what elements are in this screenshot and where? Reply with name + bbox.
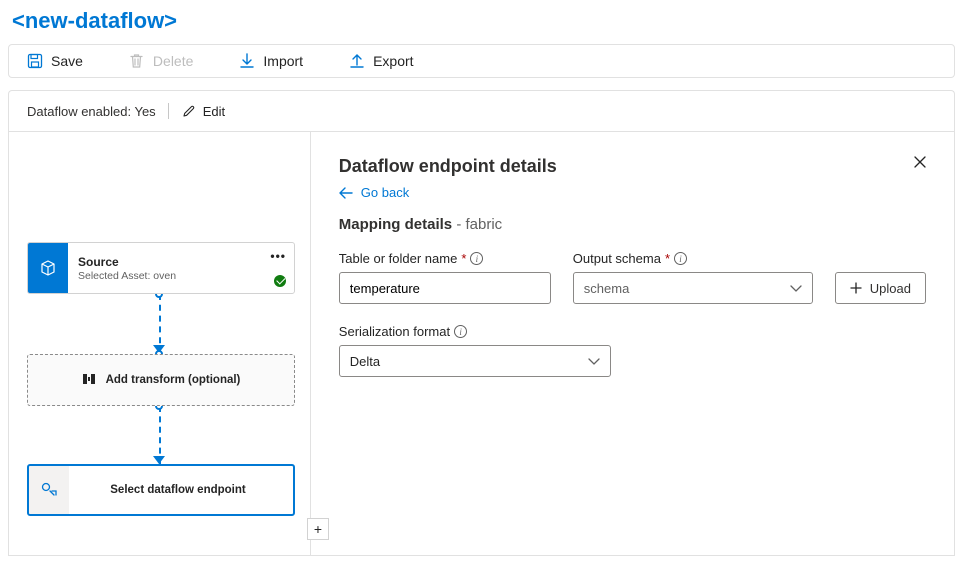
- source-badge: [28, 243, 68, 293]
- info-icon[interactable]: i: [470, 252, 483, 265]
- detail-heading: Dataflow endpoint details: [339, 156, 926, 177]
- output-schema-label: Output schema * i: [573, 251, 813, 266]
- upload-button[interactable]: Upload: [835, 272, 926, 304]
- transform-label: Add transform (optional): [106, 374, 241, 386]
- save-label: Save: [51, 53, 83, 69]
- go-back-link[interactable]: Go back: [339, 185, 409, 200]
- status-bar: Dataflow enabled: Yes Edit: [8, 90, 955, 131]
- serialization-field: Serialization format i Delta: [339, 324, 611, 377]
- info-icon[interactable]: i: [454, 325, 467, 338]
- chevron-down-icon: [790, 281, 802, 296]
- edit-label: Edit: [203, 104, 225, 119]
- plus-icon: [850, 282, 862, 294]
- serialization-value: Delta: [350, 354, 380, 369]
- check-icon: [274, 275, 286, 287]
- edit-button[interactable]: Edit: [181, 103, 225, 119]
- chevron-down-icon: [588, 354, 600, 369]
- endpoint-icon: [40, 481, 58, 499]
- node-more-button[interactable]: •••: [270, 249, 286, 263]
- page-title: <new-dataflow>: [8, 4, 955, 44]
- endpoint-label: Select dataflow endpoint: [110, 484, 245, 496]
- endpoint-node[interactable]: Select dataflow endpoint: [27, 464, 295, 516]
- close-icon: [913, 155, 927, 169]
- serialization-label: Serialization format i: [339, 324, 611, 339]
- delete-button: Delete: [129, 53, 193, 69]
- save-button[interactable]: Save: [27, 53, 83, 69]
- schema-placeholder: schema: [584, 281, 630, 296]
- connector-arrow: [153, 456, 165, 464]
- import-label: Import: [263, 53, 303, 69]
- source-title: Source: [78, 255, 284, 269]
- trash-icon: [129, 53, 145, 69]
- divider: [168, 103, 169, 119]
- toolbar: Save Delete Import Export: [8, 44, 955, 78]
- output-schema-field: Output schema * i schema: [573, 251, 813, 304]
- output-schema-select[interactable]: schema: [573, 272, 813, 304]
- pencil-icon: [181, 103, 197, 119]
- dataflow-canvas: ••• Source Selected Asset: oven Add tran…: [9, 132, 311, 555]
- transform-node[interactable]: Add transform (optional): [27, 354, 295, 406]
- source-node[interactable]: ••• Source Selected Asset: oven: [27, 242, 295, 294]
- transform-icon: [82, 372, 96, 389]
- go-back-label: Go back: [361, 185, 409, 200]
- export-label: Export: [373, 53, 413, 69]
- delete-label: Delete: [153, 53, 193, 69]
- main-panel: ••• Source Selected Asset: oven Add tran…: [8, 131, 955, 556]
- close-button[interactable]: [910, 152, 930, 172]
- save-icon: [27, 53, 43, 69]
- table-name-input[interactable]: [339, 272, 551, 304]
- detail-panel: Dataflow endpoint details Go back Mappin…: [311, 132, 954, 555]
- import-button[interactable]: Import: [239, 53, 303, 69]
- dataflow-enabled-label: Dataflow enabled: Yes: [27, 104, 156, 119]
- upload-label: Upload: [870, 281, 911, 296]
- table-name-field: Table or folder name * i: [339, 251, 551, 304]
- arrow-left-icon: [339, 187, 353, 199]
- mapping-subheading: Mapping details - fabric: [339, 216, 926, 233]
- cube-icon: [39, 259, 57, 277]
- export-icon: [349, 53, 365, 69]
- table-name-label: Table or folder name * i: [339, 251, 551, 266]
- source-subtitle: Selected Asset: oven: [78, 270, 284, 282]
- endpoint-badge: [29, 466, 69, 514]
- serialization-select[interactable]: Delta: [339, 345, 611, 377]
- export-button[interactable]: Export: [349, 53, 413, 69]
- info-icon[interactable]: i: [674, 252, 687, 265]
- import-icon: [239, 53, 255, 69]
